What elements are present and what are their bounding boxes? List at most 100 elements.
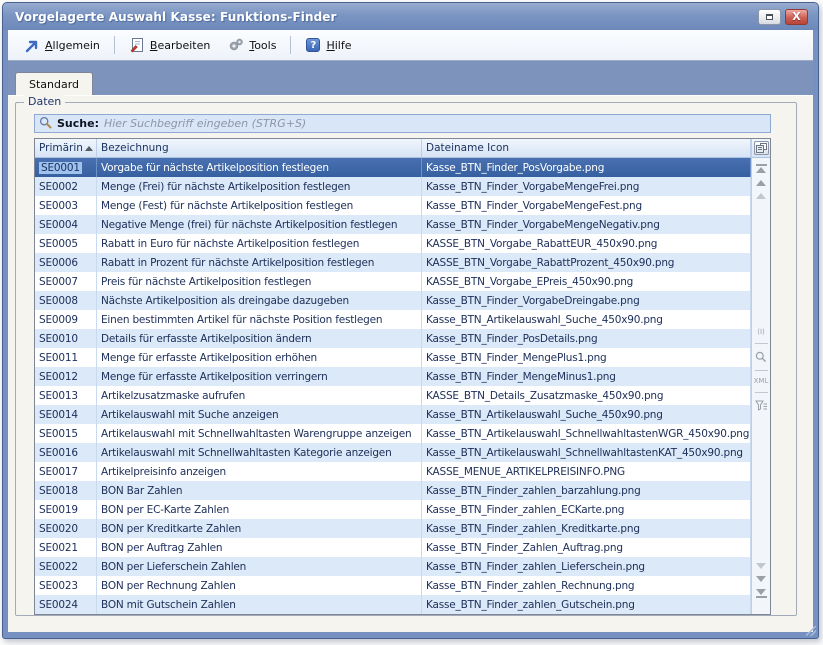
table-row[interactable]: SE0013Artikelzusatzmaske aufrufenKASSE_B… — [35, 386, 751, 405]
table-row[interactable]: SE0003Menge (Fest) für nächste Artikelpo… — [35, 196, 751, 215]
table-cell[interactable]: Menge (Frei) für nächste Artikelposition… — [97, 177, 422, 196]
column-chooser-button[interactable] — [754, 141, 769, 155]
table-cell[interactable]: Preis für nächste Artikelposition festle… — [97, 272, 422, 291]
table-row[interactable]: SE0007Preis für nächste Artikelposition … — [35, 272, 751, 291]
table-cell[interactable]: SE0021 — [35, 538, 97, 557]
table-cell[interactable]: Kasse_BTN_Artikelauswahl_Schnellwahltast… — [422, 443, 751, 462]
table-row[interactable]: SE0006Rabatt in Prozent für nächste Arti… — [35, 253, 751, 272]
table-cell[interactable]: Kasse_BTN_Finder_MengePlus1.png — [422, 348, 751, 367]
table-row[interactable]: SE0011Menge für erfasste Artikelposition… — [35, 348, 751, 367]
table-cell[interactable]: SE0020 — [35, 519, 97, 538]
table-cell[interactable]: SE0014 — [35, 405, 97, 424]
table-cell[interactable]: Kasse_BTN_Finder_zahlen_Gutschein.png — [422, 595, 751, 614]
table-cell[interactable]: SE0007 — [35, 272, 97, 291]
table-row[interactable]: SE0018BON Bar ZahlenKasse_BTN_Finder_zah… — [35, 481, 751, 500]
toolbar-item-tools[interactable]: Tools — [220, 34, 284, 56]
table-cell[interactable]: SE0023 — [35, 576, 97, 595]
toolbar-item-allgemein[interactable]: Allgemein — [16, 34, 108, 56]
table-cell[interactable]: Kasse_BTN_Finder_MengeMinus1.png — [422, 367, 751, 386]
table-row[interactable]: SE0019BON per EC-Karte ZahlenKasse_BTN_F… — [35, 500, 751, 519]
table-row[interactable]: SE0022BON per Lieferschein ZahlenKasse_B… — [35, 557, 751, 576]
table-cell[interactable]: Kasse_BTN_Finder_PosDetails.png — [422, 329, 751, 348]
table-row[interactable]: SE0002Menge (Frei) für nächste Artikelpo… — [35, 177, 751, 196]
titlebar[interactable]: Vorgelagerte Auswahl Kasse: Funktions-Fi… — [3, 3, 818, 30]
table-cell[interactable]: Negative Menge (frei) für nächste Artike… — [97, 215, 422, 234]
table-row[interactable]: SE0014Artikelauswahl mit Suche anzeigenK… — [35, 405, 751, 424]
column-header-primaerindex[interactable]: Primärin — [35, 139, 97, 157]
table-cell[interactable]: Kasse_BTN_Finder_Zahlen_Auftrag.png — [422, 538, 751, 557]
table-row[interactable]: SE0010Details für erfasste Artikelpositi… — [35, 329, 751, 348]
table-cell[interactable]: KASSE_BTN_Details_Zusatzmaske_450x90.png — [422, 386, 751, 405]
table-cell[interactable]: SE0019 — [35, 500, 97, 519]
scroll-page-up-button[interactable] — [756, 180, 766, 186]
table-cell[interactable]: Kasse_BTN_Finder_VorgabeMengeNegativ.png — [422, 215, 751, 234]
column-header-bezeichnung[interactable]: Bezeichnung — [97, 139, 422, 157]
table-row[interactable]: SE0023BON per Rechnung ZahlenKasse_BTN_F… — [35, 576, 751, 595]
table-cell[interactable]: Vorgabe für nächste Artikelposition fest… — [97, 158, 422, 177]
scroll-to-bottom-button[interactable] — [756, 589, 767, 598]
table-cell[interactable]: Artikelzusatzmaske aufrufen — [97, 386, 422, 405]
search-bar[interactable]: Suche: — [34, 114, 771, 133]
table-cell[interactable]: SE0004 — [35, 215, 97, 234]
search-input[interactable] — [104, 117, 766, 130]
table-cell[interactable]: Kasse_BTN_Artikelauswahl_Suche_450x90.pn… — [422, 405, 751, 424]
resize-grip[interactable] — [806, 626, 816, 636]
table-cell[interactable]: BON per Kreditkarte Zahlen — [97, 519, 422, 538]
table-cell[interactable]: KASSE_BTN_Vorgabe_RabattEUR_450x90.png — [422, 234, 751, 253]
restore-button[interactable] — [758, 9, 781, 25]
table-cell[interactable]: Kasse_BTN_Finder_PosVorgabe.png — [422, 158, 751, 177]
table-cell[interactable]: Kasse_BTN_Finder_VorgabeMengeFrei.png — [422, 177, 751, 196]
table-row[interactable]: SE0001Vorgabe für nächste Artikelpositio… — [35, 158, 751, 177]
table-cell[interactable]: SE0001 — [35, 158, 97, 177]
brackets-button[interactable]: (I) — [757, 329, 765, 336]
scroll-up-button[interactable] — [756, 193, 766, 199]
table-cell[interactable]: Kasse_BTN_Finder_VorgabeDreingabe.png — [422, 291, 751, 310]
scroll-to-top-button[interactable] — [756, 164, 767, 173]
tab-standard[interactable]: Standard — [15, 72, 93, 95]
table-cell[interactable]: Details für erfasste Artikelposition änd… — [97, 329, 422, 348]
table-cell[interactable]: BON per EC-Karte Zahlen — [97, 500, 422, 519]
table-cell[interactable]: Kasse_BTN_Finder_zahlen_Lieferschein.png — [422, 557, 751, 576]
table-cell[interactable]: SE0002 — [35, 177, 97, 196]
table-cell[interactable]: KASSE_BTN_Vorgabe_RabattProzent_450x90.p… — [422, 253, 751, 272]
table-cell[interactable]: SE0013 — [35, 386, 97, 405]
table-cell[interactable]: SE0018 — [35, 481, 97, 500]
table-cell[interactable]: Artikelauswahl mit Schnellwahltasten War… — [97, 424, 422, 443]
table-row[interactable]: SE0016Artikelauswahl mit Schnellwahltast… — [35, 443, 751, 462]
table-cell[interactable]: Nächste Artikelposition als dreingabe da… — [97, 291, 422, 310]
table-cell[interactable]: Menge für erfasste Artikelposition verri… — [97, 367, 422, 386]
table-row[interactable]: SE0021BON per Auftrag ZahlenKasse_BTN_Fi… — [35, 538, 751, 557]
table-cell[interactable]: BON per Rechnung Zahlen — [97, 576, 422, 595]
table-cell[interactable]: Rabatt in Euro für nächste Artikelpositi… — [97, 234, 422, 253]
table-cell[interactable]: Rabatt in Prozent für nächste Artikelpos… — [97, 253, 422, 272]
search-zoom-button[interactable] — [755, 351, 767, 363]
column-header-dateiname-icon[interactable]: Dateiname Icon — [422, 139, 751, 157]
toolbar-item-bearbeiten[interactable]: Bearbeiten — [121, 34, 218, 56]
table-cell[interactable]: Kasse_BTN_Finder_zahlen_ECKarte.png — [422, 500, 751, 519]
close-button[interactable]: X — [785, 9, 808, 25]
table-cell[interactable]: Kasse_BTN_Finder_zahlen_Kreditkarte.png — [422, 519, 751, 538]
table-cell[interactable]: Artikelauswahl mit Suche anzeigen — [97, 405, 422, 424]
table-row[interactable]: SE0012Menge für erfasste Artikelposition… — [35, 367, 751, 386]
table-cell[interactable]: Kasse_BTN_Finder_VorgabeMengeFest.png — [422, 196, 751, 215]
table-cell[interactable]: BON per Lieferschein Zahlen — [97, 557, 422, 576]
table-cell[interactable]: SE0009 — [35, 310, 97, 329]
table-cell[interactable]: Kasse_BTN_Artikelauswahl_Suche_450x90.pn… — [422, 310, 751, 329]
table-row[interactable]: SE0009Einen bestimmten Artikel für nächs… — [35, 310, 751, 329]
table-cell[interactable]: KASSE_BTN_Vorgabe_EPreis_450x90.png — [422, 272, 751, 291]
table-cell[interactable]: Kasse_BTN_Artikelauswahl_Schnellwahltast… — [422, 424, 751, 443]
filter-button[interactable] — [755, 400, 768, 411]
table-cell[interactable]: SE0017 — [35, 462, 97, 481]
table-cell[interactable]: Kasse_BTN_Finder_zahlen_Rechnung.png — [422, 576, 751, 595]
table-cell[interactable]: BON per Auftrag Zahlen — [97, 538, 422, 557]
table-row[interactable]: SE0015Artikelauswahl mit Schnellwahltast… — [35, 424, 751, 443]
table-cell[interactable]: SE0008 — [35, 291, 97, 310]
table-row[interactable]: SE0008Nächste Artikelposition als dreing… — [35, 291, 751, 310]
table-cell[interactable]: Menge für erfasste Artikelposition erhöh… — [97, 348, 422, 367]
table-cell[interactable]: SE0015 — [35, 424, 97, 443]
table-cell[interactable]: Menge (Fest) für nächste Artikelposition… — [97, 196, 422, 215]
table-row[interactable]: SE0017Artikelpreisinfo anzeigenKASSE_MEN… — [35, 462, 751, 481]
table-row[interactable]: SE0024BON mit Gutschein ZahlenKasse_BTN_… — [35, 595, 751, 614]
table-cell[interactable]: SE0003 — [35, 196, 97, 215]
table-cell[interactable]: Artikelpreisinfo anzeigen — [97, 462, 422, 481]
